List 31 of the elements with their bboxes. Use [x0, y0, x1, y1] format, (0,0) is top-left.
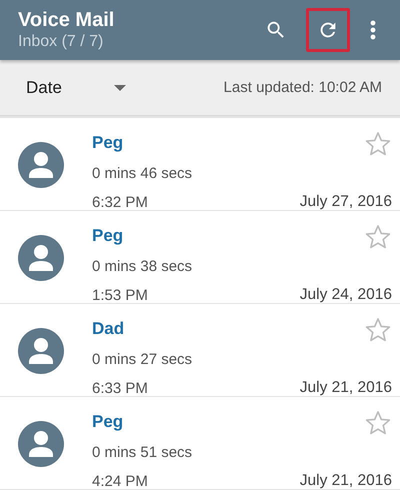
message-date: July 21, 2016: [300, 379, 392, 397]
message-time: 4:24 PM: [92, 472, 148, 490]
caller-name: Dad: [92, 318, 124, 340]
inbox-count: Inbox (7 / 7): [18, 32, 104, 52]
message-date: July 21, 2016: [300, 472, 392, 490]
message-duration: 0 mins 51 secs: [92, 444, 194, 461]
star-icon[interactable]: [364, 409, 392, 437]
app-title: Voice Mail: [18, 8, 116, 32]
avatar-icon: [18, 421, 64, 467]
avatar-icon: [18, 328, 64, 374]
refresh-button[interactable]: [306, 8, 350, 52]
last-updated: Last updated: 10:02 AM: [224, 79, 382, 96]
message-duration: 0 mins 38 secs: [92, 258, 194, 275]
star-icon[interactable]: [364, 130, 392, 158]
message-time: 6:32 PM: [92, 194, 148, 210]
message-duration: 0 mins 46 secs: [92, 165, 194, 182]
dropdown-caret-icon: [114, 84, 126, 90]
message-duration: 0 mins 27 secs: [92, 351, 194, 368]
avatar-icon: [18, 142, 64, 188]
message-date: July 24, 2016: [300, 286, 392, 304]
star-icon[interactable]: [364, 316, 392, 344]
caller-name: Peg: [92, 411, 124, 433]
sort-dropdown[interactable]: Date: [26, 74, 126, 102]
message-time: 6:33 PM: [92, 380, 148, 396]
caller-name: Peg: [92, 225, 124, 247]
avatar-icon: [18, 235, 64, 281]
caller-name: Peg: [92, 132, 124, 154]
message-date: July 27, 2016: [300, 193, 392, 211]
message-time: 1:53 PM: [92, 286, 148, 304]
more-icon: [369, 19, 377, 41]
star-icon[interactable]: [364, 223, 392, 251]
